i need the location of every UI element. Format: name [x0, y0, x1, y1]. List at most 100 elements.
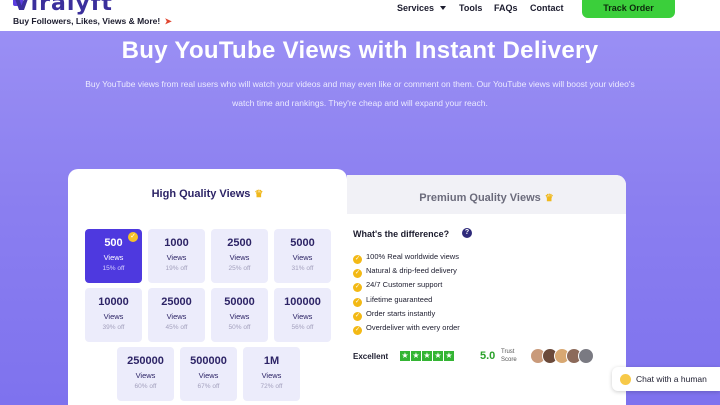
feature-item: ✓ Natural & drip-feed delivery: [353, 266, 457, 278]
check-icon: ✓: [353, 326, 362, 335]
tab-premium-quality-label: Premium Quality Views: [419, 192, 541, 204]
package-tile-250000[interactable]: 250000 Views 60% off: [117, 347, 174, 401]
package-tile-1m[interactable]: 1M Views 72% off: [243, 347, 300, 401]
package-quantity: 50000: [224, 296, 255, 308]
chat-emoji-icon: [620, 373, 631, 385]
package-unit: Views: [166, 253, 187, 262]
feature-text: Overdeliver with every order: [366, 323, 460, 332]
tab-premium-quality-title[interactable]: Premium Quality Views ♛: [347, 192, 626, 204]
track-order-button[interactable]: Track Order: [582, 0, 675, 18]
nav-faqs[interactable]: FAQs: [494, 3, 518, 13]
check-icon: ✓: [353, 312, 362, 321]
feature-item: ✓ Lifetime guaranteed: [353, 295, 432, 307]
package-unit: Views: [135, 371, 156, 380]
package-unit: Views: [103, 253, 124, 262]
package-quantity: 10000: [98, 296, 129, 308]
tab-high-quality[interactable]: High Quality Views ♛: [68, 188, 347, 200]
package-tile-25000[interactable]: 25000 Views 45% off: [148, 288, 205, 342]
nav-tools[interactable]: Tools: [459, 3, 482, 13]
trust-score-value: 5.0: [480, 350, 496, 362]
package-quantity: 100000: [284, 296, 321, 308]
package-discount: 15% off: [102, 265, 125, 272]
score-line: Score: [501, 357, 517, 363]
package-discount: 56% off: [291, 324, 314, 331]
package-unit: Views: [261, 371, 282, 380]
star-icon: ★: [444, 351, 454, 361]
package-tile-500000[interactable]: 500000 Views 67% off: [180, 347, 237, 401]
feature-item: ✓ Order starts instantly: [353, 309, 435, 321]
reviewer-avatars: [530, 348, 594, 364]
package-unit: Views: [292, 312, 313, 321]
feature-item: ✓ 100% Real worldwide views: [353, 252, 459, 264]
package-quantity: 500: [104, 237, 123, 249]
feature-text: 24/7 Customer support: [366, 280, 443, 289]
package-tile-1000[interactable]: 1000 Views 19% off: [148, 229, 205, 283]
package-tile-5000[interactable]: 5000 Views 31% off: [274, 229, 331, 283]
check-icon: ✓: [353, 283, 362, 292]
help-icon[interactable]: ?: [462, 228, 472, 238]
tab-high-quality-label: High Quality Views: [151, 188, 251, 200]
check-icon: ✓: [353, 255, 362, 264]
package-tile-100000[interactable]: 100000 Views 56% off: [274, 288, 331, 342]
package-tile-50000[interactable]: 50000 Views 50% off: [211, 288, 268, 342]
package-quantity: 25000: [161, 296, 192, 308]
package-quantity: 1000: [164, 237, 189, 249]
package-quantity: 1M: [263, 355, 280, 367]
feature-text: Natural & drip-feed delivery: [366, 266, 457, 275]
check-icon: ✓: [353, 298, 362, 307]
feature-text: Order starts instantly: [366, 309, 436, 318]
nav-services-label: Services: [397, 3, 435, 13]
star-icon: ★: [422, 351, 432, 361]
feature-text: 100% Real worldwide views: [366, 252, 459, 261]
check-icon: ✓: [353, 269, 362, 278]
chat-label: Chat with a human: [636, 374, 707, 384]
nav-services[interactable]: Services: [397, 3, 447, 13]
crown-icon: ♛: [254, 189, 264, 200]
star-icon: ★: [411, 351, 421, 361]
site-header: Viralyft Buy Followers, Likes, Views & M…: [0, 0, 720, 31]
package-tile-500[interactable]: ✓ 500 Views 15% off: [85, 229, 142, 283]
rocket-icon: ➤: [164, 16, 172, 26]
trustpilot-stars: ★ ★ ★ ★ ★: [400, 351, 454, 361]
package-discount: 25% off: [228, 265, 251, 272]
star-icon: ★: [433, 351, 443, 361]
package-tile-10000[interactable]: 10000 Views 39% off: [85, 288, 142, 342]
nav-contact[interactable]: Contact: [530, 3, 564, 13]
chat-with-human-button[interactable]: Chat with a human: [612, 367, 720, 391]
site-tagline: Buy Followers, Likes, Views & More! ➤: [13, 16, 172, 27]
package-tile-2500[interactable]: 2500 Views 25% off: [211, 229, 268, 283]
package-discount: 50% off: [228, 324, 251, 331]
chevron-down-icon: [440, 6, 447, 10]
package-unit: Views: [103, 312, 124, 321]
package-unit: Views: [292, 253, 313, 262]
package-discount: 31% off: [291, 265, 314, 272]
feature-item: ✓ 24/7 Customer support: [353, 280, 442, 292]
package-quantity: 2500: [227, 237, 252, 249]
package-quantity: 500000: [190, 355, 227, 367]
crown-icon: ♛: [544, 193, 554, 204]
feature-text: Lifetime guaranteed: [366, 295, 433, 304]
avatar: [578, 348, 594, 364]
package-unit: Views: [198, 371, 219, 380]
package-discount: 67% off: [197, 383, 220, 390]
package-discount: 19% off: [165, 265, 188, 272]
site-logo[interactable]: Viralyft: [13, 0, 113, 16]
package-unit: Views: [229, 253, 250, 262]
trust-score-label: Trust Score: [501, 348, 517, 364]
star-icon: ★: [400, 351, 410, 361]
hero-description: Buy YouTube views from real users who wi…: [85, 79, 635, 108]
feature-item: ✓ Overdeliver with every order: [353, 323, 460, 335]
package-discount: 45% off: [165, 324, 188, 331]
package-discount: 60% off: [134, 383, 157, 390]
difference-title: What's the difference?: [353, 229, 450, 239]
package-unit: Views: [166, 312, 187, 321]
package-unit: Views: [229, 312, 250, 321]
tagline-text: Buy Followers, Likes, Views & More!: [13, 16, 161, 26]
package-quantity: 5000: [290, 237, 315, 249]
package-discount: 39% off: [102, 324, 125, 331]
package-quantity: 250000: [127, 355, 164, 367]
page-title: Buy YouTube Views with Instant Delivery: [121, 37, 599, 64]
trust-line: Trust: [501, 349, 515, 355]
package-discount: 72% off: [260, 383, 283, 390]
rating-label: Excellent: [353, 352, 389, 361]
